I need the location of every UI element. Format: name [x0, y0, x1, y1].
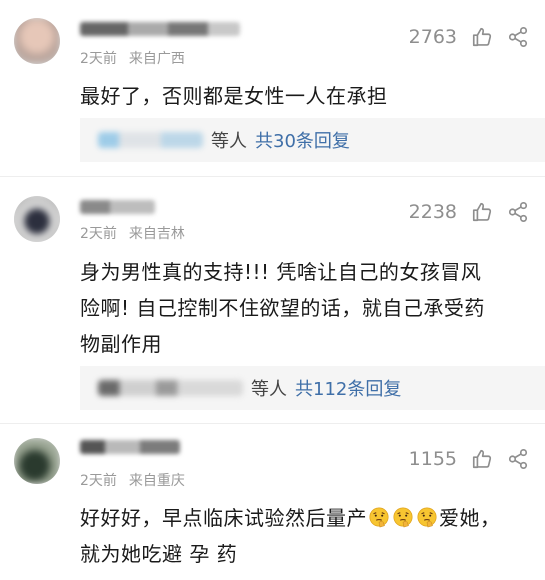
share-icon[interactable]: [507, 448, 529, 470]
avatar[interactable]: [14, 438, 60, 484]
comment-text-line: 险啊! 自己控制不住欲望的话，就自己承受药: [80, 296, 485, 320]
reply-count-link[interactable]: 共112条回复: [295, 375, 401, 401]
share-icon[interactable]: [507, 201, 529, 223]
comment-actions: 2763: [409, 26, 529, 48]
comment-location: 来自吉林: [128, 226, 185, 242]
comment-location: 来自重庆: [128, 473, 185, 489]
comment-text-line: 物副作用: [80, 332, 162, 356]
comment-actions: 1155: [409, 448, 529, 470]
reply-users-blurred: [98, 380, 243, 396]
username-blurred[interactable]: [80, 200, 155, 214]
comment-location: 来自广西: [128, 51, 185, 67]
comment-meta: 2天前 来自吉林: [80, 223, 185, 243]
comment-1: 2天前 来自广西 2763 最好了，否则都是女性一人在承担 等人 共30条回复: [0, 0, 545, 175]
comment-text-before-emoji: 好好好，早点临床试验然后量产: [80, 506, 367, 530]
comment-meta: 2天前 来自重庆: [80, 470, 185, 490]
thinking-face-emoji: [393, 507, 413, 528]
avatar[interactable]: [14, 196, 60, 242]
like-count: 2238: [408, 201, 457, 223]
divider: [0, 176, 545, 177]
comment-actions: 2238: [409, 201, 529, 223]
comment-text-line: 就为她吃避 孕 药: [80, 542, 238, 566]
reply-summary[interactable]: 等人 共30条回复: [80, 118, 545, 162]
thumbs-up-icon[interactable]: [471, 26, 493, 48]
like-count: 2763: [408, 26, 457, 48]
comment-text: 好好好，早点临床试验然后量产 爱她， 就为她吃避 孕 药: [80, 500, 517, 572]
comment-text: 最好了，否则都是女性一人在承担: [80, 84, 388, 108]
reply-users-blurred: [98, 132, 203, 148]
thumbs-up-icon[interactable]: [471, 448, 493, 470]
like-count: 1155: [408, 448, 457, 470]
thumbs-up-icon[interactable]: [471, 201, 493, 223]
thinking-face-emoji: [417, 507, 437, 528]
comment-2: 2天前 来自吉林 2238 身为男性真的支持!!! 凭啥让自己的女孩冒风 险啊! …: [0, 178, 545, 423]
reply-count-link[interactable]: 共30条回复: [255, 127, 350, 153]
username-blurred[interactable]: [80, 440, 180, 454]
emoji-group: [367, 506, 439, 530]
comment-time: 2天前: [80, 473, 117, 489]
comment-text-line: 身为男性真的支持!!! 凭啥让自己的女孩冒风: [80, 260, 482, 284]
avatar[interactable]: [14, 18, 60, 64]
comment-text-after-emoji: 爱她，: [439, 506, 501, 530]
reply-suffix: 等人: [251, 379, 287, 400]
comment-time: 2天前: [80, 51, 117, 67]
comment-text: 身为男性真的支持!!! 凭啥让自己的女孩冒风 险啊! 自己控制不住欲望的话，就自…: [80, 254, 517, 362]
comment-meta: 2天前 来自广西: [80, 48, 185, 68]
thinking-face-emoji: [369, 507, 389, 528]
share-icon[interactable]: [507, 26, 529, 48]
comment-3: 2天前 来自重庆 1155 好好好，早点临床试验然后量产 爱她， 就为她吃避 孕 药: [0, 424, 545, 580]
comment-text-line: 好好好，早点临床试验然后量产 爱她，: [80, 500, 517, 536]
username-blurred[interactable]: [80, 22, 240, 36]
reply-suffix: 等人: [211, 131, 247, 152]
reply-summary[interactable]: 等人 共112条回复: [80, 366, 545, 410]
comment-time: 2天前: [80, 226, 117, 242]
